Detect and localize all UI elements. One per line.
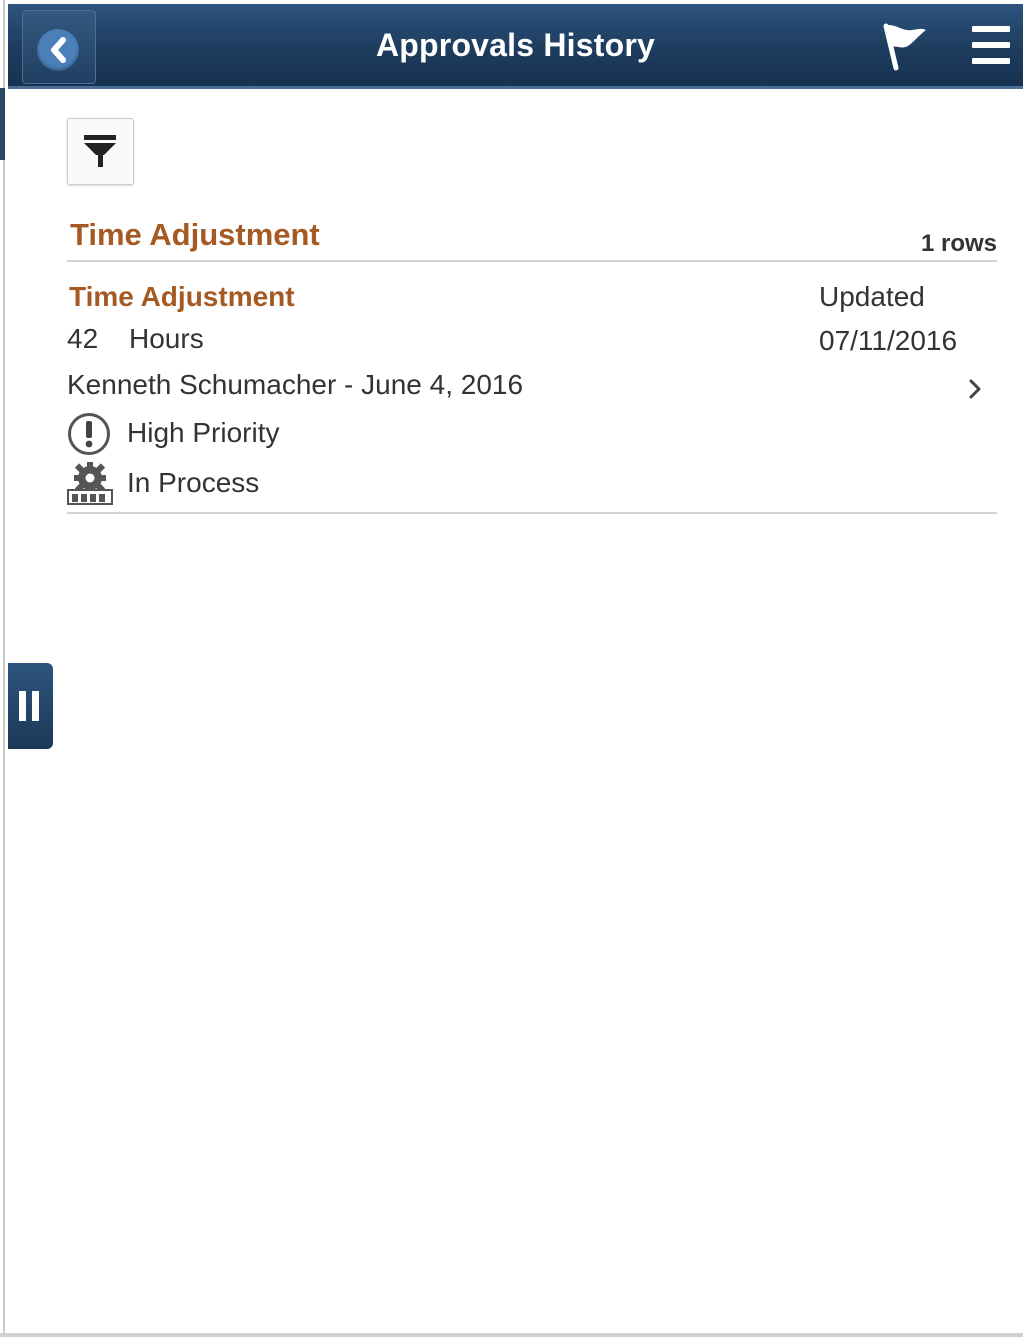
- top-banner: Approvals History: [8, 4, 1023, 89]
- item-status-label: Updated: [819, 281, 925, 312]
- menu-button[interactable]: [966, 22, 1016, 68]
- chevron-left-icon: [51, 37, 66, 63]
- item-title: Time Adjustment: [69, 281, 295, 312]
- flag-button[interactable]: [872, 20, 928, 72]
- item-unit: Hours: [129, 323, 204, 354]
- item-priority: High Priority: [127, 417, 280, 448]
- group-title: Time Adjustment: [70, 217, 320, 252]
- item-state: In Process: [127, 467, 260, 498]
- exclamation-circle-icon: [68, 413, 110, 455]
- group-header-divider: [67, 260, 997, 262]
- page-title: Approvals History: [375, 27, 656, 63]
- chevron-right-icon: [969, 379, 981, 399]
- bottom-frame-border: [0, 1333, 1023, 1337]
- item-quantity: 42: [67, 323, 99, 354]
- gear-in-process-icon: [67, 462, 113, 505]
- filter-button[interactable]: [67, 118, 134, 185]
- back-button[interactable]: [22, 10, 96, 84]
- item-description: Kenneth Schumacher - June 4, 2016: [67, 369, 524, 400]
- left-frame-accent: [0, 88, 5, 160]
- list-item[interactable]: Time Adjustment 42 Hours Kenneth Schumac…: [67, 264, 997, 512]
- funnel-filter-icon: [84, 135, 116, 167]
- list-item-divider: [67, 512, 997, 514]
- flag-icon: [883, 23, 926, 71]
- side-panel-toggle[interactable]: [8, 663, 53, 749]
- rows-count: 1 rows: [920, 230, 997, 257]
- item-status-date: 07/11/2016: [819, 325, 958, 356]
- left-frame-border: [0, 0, 5, 1337]
